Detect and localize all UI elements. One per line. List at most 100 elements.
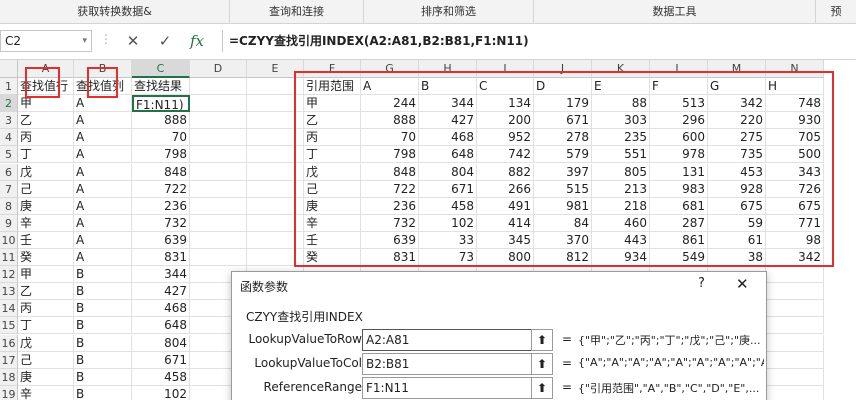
grid-cell[interactable] — [190, 231, 247, 249]
column-header-g[interactable]: G — [361, 60, 419, 78]
ref-cell[interactable]: 675 — [766, 198, 824, 215]
ref-cell[interactable]: 370 — [534, 232, 592, 249]
ref-cell[interactable]: 303 — [592, 112, 650, 129]
ref-cell[interactable]: 344 — [419, 95, 477, 112]
column-header-d[interactable]: D — [190, 60, 247, 78]
grid-cell[interactable] — [190, 249, 247, 267]
table-cell[interactable]: A — [74, 215, 132, 232]
table-cell[interactable]: 乙 — [18, 283, 74, 300]
grid-cell[interactable] — [190, 214, 247, 232]
column-header-h[interactable]: H — [419, 60, 477, 78]
table-cell[interactable]: 庚 — [18, 369, 74, 386]
ref-cell[interactable]: 414 — [477, 215, 534, 232]
table-cell[interactable]: 102 — [132, 386, 190, 400]
ref-cell[interactable]: 735 — [708, 146, 766, 163]
table-cell[interactable]: 丁 — [18, 317, 74, 334]
table-cell[interactable]: B — [74, 352, 132, 369]
ref-cell[interactable]: 庚 — [304, 198, 361, 215]
help-icon[interactable]: ? — [698, 276, 705, 291]
ref-cell[interactable]: 726 — [766, 181, 824, 198]
grid-cell[interactable] — [766, 334, 824, 352]
lookup-col-input[interactable]: B2:B81 — [362, 353, 538, 375]
ref-cell[interactable]: 648 — [419, 146, 477, 163]
grid-cell[interactable] — [247, 180, 304, 198]
ref-header-cell[interactable]: G — [708, 78, 766, 95]
ref-cell[interactable]: 丁 — [304, 146, 361, 163]
ref-cell[interactable]: 800 — [477, 249, 534, 266]
grid-cell[interactable] — [766, 351, 824, 369]
table-cell[interactable]: 888 — [132, 112, 190, 129]
table-cell[interactable]: 732 — [132, 215, 190, 232]
ref-cell[interactable]: 491 — [477, 198, 534, 215]
ref-cell[interactable]: 848 — [361, 164, 419, 181]
ref-cell[interactable]: 861 — [650, 232, 708, 249]
ref-cell[interactable]: 70 — [361, 129, 419, 146]
column-header-l[interactable]: L — [650, 60, 708, 78]
grid-cell[interactable] — [247, 214, 304, 232]
ref-header-cell[interactable]: E — [592, 78, 650, 95]
grid-cell[interactable] — [190, 163, 247, 181]
ref-cell[interactable]: 458 — [419, 198, 477, 215]
table-cell[interactable]: B — [74, 283, 132, 300]
table-cell[interactable]: 804 — [132, 335, 190, 352]
ref-cell[interactable]: 218 — [592, 198, 650, 215]
table-cell[interactable]: 722 — [132, 181, 190, 198]
cancel-icon[interactable]: ✕ — [122, 30, 144, 52]
ref-cell[interactable]: 342 — [766, 249, 824, 266]
column-header-m[interactable]: M — [708, 60, 766, 78]
ref-cell[interactable]: 882 — [477, 164, 534, 181]
table-cell[interactable]: 468 — [132, 300, 190, 317]
ref-header-cell[interactable]: D — [534, 78, 592, 95]
row-header-16[interactable]: 16 — [0, 334, 18, 352]
ref-header-cell[interactable]: A — [361, 78, 419, 95]
grid-cell[interactable] — [190, 78, 247, 96]
table-cell[interactable]: 己 — [18, 352, 74, 369]
table-header-cell[interactable]: 查找值行 — [18, 78, 74, 95]
ref-cell[interactable]: 278 — [534, 129, 592, 146]
table-cell[interactable]: 庚 — [18, 198, 74, 215]
ref-cell[interactable]: 515 — [534, 181, 592, 198]
table-cell[interactable]: 乙 — [18, 112, 74, 129]
row-header-13[interactable]: 13 — [0, 283, 18, 301]
ref-cell[interactable]: 981 — [534, 198, 592, 215]
confirm-icon[interactable]: ✓ — [154, 30, 176, 52]
ref-cell[interactable]: 98 — [766, 232, 824, 249]
table-cell[interactable]: B — [74, 317, 132, 334]
row-header-7[interactable]: 7 — [0, 180, 18, 198]
reference-range-input[interactable]: F1:N11 — [362, 377, 538, 399]
ref-cell[interactable]: 639 — [361, 232, 419, 249]
ref-header-cell[interactable]: 引用范围 — [304, 78, 361, 95]
ref-cell[interactable]: 742 — [477, 146, 534, 163]
ref-cell[interactable]: 266 — [477, 181, 534, 198]
select-all-corner[interactable] — [0, 60, 18, 78]
table-cell[interactable]: 戊 — [18, 164, 74, 181]
row-header-10[interactable]: 10 — [0, 231, 18, 249]
ref-cell[interactable]: 798 — [361, 146, 419, 163]
ref-cell[interactable]: 乙 — [304, 112, 361, 129]
ref-header-cell[interactable]: B — [419, 78, 477, 95]
row-header-14[interactable]: 14 — [0, 300, 18, 318]
ref-cell[interactable]: 73 — [419, 249, 477, 266]
grid-cell[interactable] — [766, 385, 824, 400]
ref-cell[interactable]: 33 — [419, 232, 477, 249]
table-header-cell[interactable]: 查找值列 — [74, 78, 132, 95]
grid-cell[interactable] — [766, 283, 824, 301]
ref-cell[interactable]: 681 — [650, 198, 708, 215]
ref-cell[interactable]: 930 — [766, 112, 824, 129]
ref-cell[interactable]: 236 — [361, 198, 419, 215]
table-cell[interactable]: B — [74, 369, 132, 386]
ref-cell[interactable]: 549 — [650, 249, 708, 266]
table-cell[interactable]: 壬 — [18, 232, 74, 249]
ref-cell[interactable]: 134 — [477, 95, 534, 112]
ref-cell[interactable]: 壬 — [304, 232, 361, 249]
grid-cell[interactable] — [766, 300, 824, 318]
table-cell[interactable]: A — [74, 112, 132, 129]
table-cell[interactable]: 辛 — [18, 215, 74, 232]
table-cell[interactable]: A — [74, 232, 132, 249]
ref-cell[interactable]: 296 — [650, 112, 708, 129]
grid-cell[interactable] — [247, 112, 304, 130]
ref-cell[interactable]: 200 — [477, 112, 534, 129]
grid-cell[interactable] — [247, 78, 304, 96]
ref-header-cell[interactable]: F — [650, 78, 708, 95]
ref-cell[interactable]: 468 — [419, 129, 477, 146]
